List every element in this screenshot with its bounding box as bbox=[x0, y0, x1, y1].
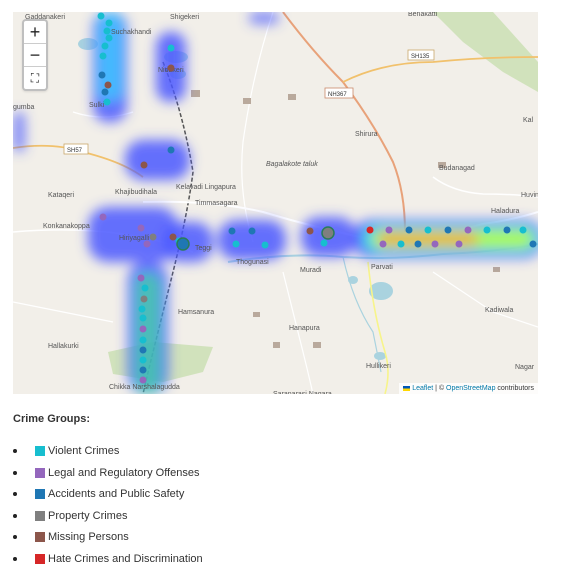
svg-text:Shirura: Shirura bbox=[355, 131, 378, 138]
zoom-out-button[interactable]: − bbox=[24, 44, 46, 67]
building bbox=[243, 98, 251, 104]
legend-swatch bbox=[35, 510, 45, 521]
road bbox=[432, 271, 538, 328]
svg-text:Thogunasi: Thogunasi bbox=[236, 259, 269, 266]
svg-text:Shigekeri: Shigekeri bbox=[170, 14, 200, 21]
map-attribution: Leaflet | © OpenStreetMap contributors bbox=[399, 383, 538, 394]
bullet-icon bbox=[13, 492, 17, 497]
legend-swatch bbox=[35, 553, 45, 564]
road bbox=[282, 271, 314, 394]
svg-text:Konkanakoppa: Konkanakoppa bbox=[43, 223, 90, 230]
heatmap-layer bbox=[13, 12, 538, 394]
legend-label: Legal and Regulatory Offenses bbox=[48, 466, 200, 479]
svg-text:Budanagad: Budanagad bbox=[439, 165, 475, 172]
svg-text:Hanapura: Hanapura bbox=[289, 325, 320, 332]
svg-text:Kelavadi Lingapura: Kelavadi Lingapura bbox=[176, 184, 236, 191]
bullet-icon bbox=[13, 513, 17, 518]
road bbox=[13, 301, 114, 323]
svg-text:NH367: NH367 bbox=[328, 92, 347, 98]
svg-text:Huvin: Huvin bbox=[521, 192, 538, 199]
svg-text:Chikka Narshalagudda: Chikka Narshalagudda bbox=[109, 384, 180, 391]
svg-text:Timmasagara: Timmasagara bbox=[195, 200, 238, 207]
legend-label: Property Crimes bbox=[48, 509, 128, 522]
attribution-suffix: contributors bbox=[495, 385, 534, 392]
zoom-in-button[interactable]: + bbox=[24, 21, 46, 44]
svg-text:Parvati: Parvati bbox=[371, 264, 393, 271]
bullet-icon bbox=[13, 449, 17, 453]
building bbox=[253, 312, 260, 317]
bullet-icon bbox=[13, 556, 17, 561]
building bbox=[313, 342, 321, 348]
legend-swatch bbox=[35, 532, 45, 543]
legend-swatch bbox=[35, 489, 45, 500]
attribution-separator: | © bbox=[433, 385, 447, 392]
fullscreen-icon[interactable]: ⛶ bbox=[24, 67, 46, 89]
water-body bbox=[374, 352, 386, 360]
ukraine-flag-icon bbox=[403, 385, 411, 391]
building bbox=[288, 94, 296, 100]
legend-label: Missing Persons bbox=[48, 531, 129, 544]
legend-swatch bbox=[35, 467, 45, 478]
svg-text:Nagar: Nagar bbox=[515, 364, 535, 371]
svg-text:Sulki: Sulki bbox=[89, 102, 105, 109]
svg-text:SH135: SH135 bbox=[411, 54, 430, 60]
building bbox=[191, 90, 200, 97]
svg-text:gumba: gumba bbox=[13, 104, 35, 111]
bullet-icon bbox=[13, 470, 17, 475]
svg-text:Hullikeri: Hullikeri bbox=[366, 363, 391, 370]
svg-text:Muradi: Muradi bbox=[300, 267, 322, 274]
svg-text:Teggi: Teggi bbox=[195, 245, 212, 252]
map-canvas[interactable]: Gaddanakeri nda Shigekeri Benakatti Such… bbox=[13, 12, 538, 394]
svg-text:Saranarasi Nagara: Saranarasi Nagara bbox=[273, 391, 332, 394]
building bbox=[493, 267, 500, 272]
legend-swatch bbox=[35, 446, 45, 456]
bullet-icon bbox=[13, 535, 17, 540]
svg-text:Hamsanura: Hamsanura bbox=[178, 309, 214, 316]
svg-text:Suchakhandi: Suchakhandi bbox=[111, 29, 152, 36]
map-tiles: Gaddanakeri nda Shigekeri Benakatti Such… bbox=[13, 12, 538, 394]
svg-text:Khajibudihala: Khajibudihala bbox=[115, 189, 157, 196]
legend-label: Hate Crimes and Discrimination bbox=[48, 552, 203, 565]
svg-text:Hiriyagalli: Hiriyagalli bbox=[119, 235, 150, 242]
svg-text:Kal: Kal bbox=[523, 117, 534, 124]
svg-text:SH57: SH57 bbox=[67, 148, 83, 154]
place-labels: Gaddanakeri nda Shigekeri Benakatti Such… bbox=[13, 12, 538, 394]
forest-area bbox=[433, 12, 538, 92]
svg-text:Haladura: Haladura bbox=[491, 208, 520, 215]
legend-label: Violent Crimes bbox=[48, 445, 120, 457]
road-nh367 bbox=[282, 12, 406, 233]
svg-text:Bagalakote taluk: Bagalakote taluk bbox=[266, 161, 318, 168]
svg-text:Hallakurki: Hallakurki bbox=[48, 343, 79, 350]
building bbox=[273, 342, 280, 348]
legend-label: Accidents and Public Safety bbox=[48, 488, 185, 501]
legend-title: Crime Groups: bbox=[13, 413, 91, 425]
svg-text:Kataqeri: Kataqeri bbox=[48, 192, 75, 199]
osm-link[interactable]: OpenStreetMap bbox=[446, 385, 495, 392]
svg-text:Benakatti: Benakatti bbox=[408, 12, 438, 18]
zoom-control: + − ⛶ bbox=[22, 19, 48, 91]
svg-text:Kadiwala: Kadiwala bbox=[485, 307, 514, 314]
leaflet-link[interactable]: Leaflet bbox=[412, 385, 433, 392]
